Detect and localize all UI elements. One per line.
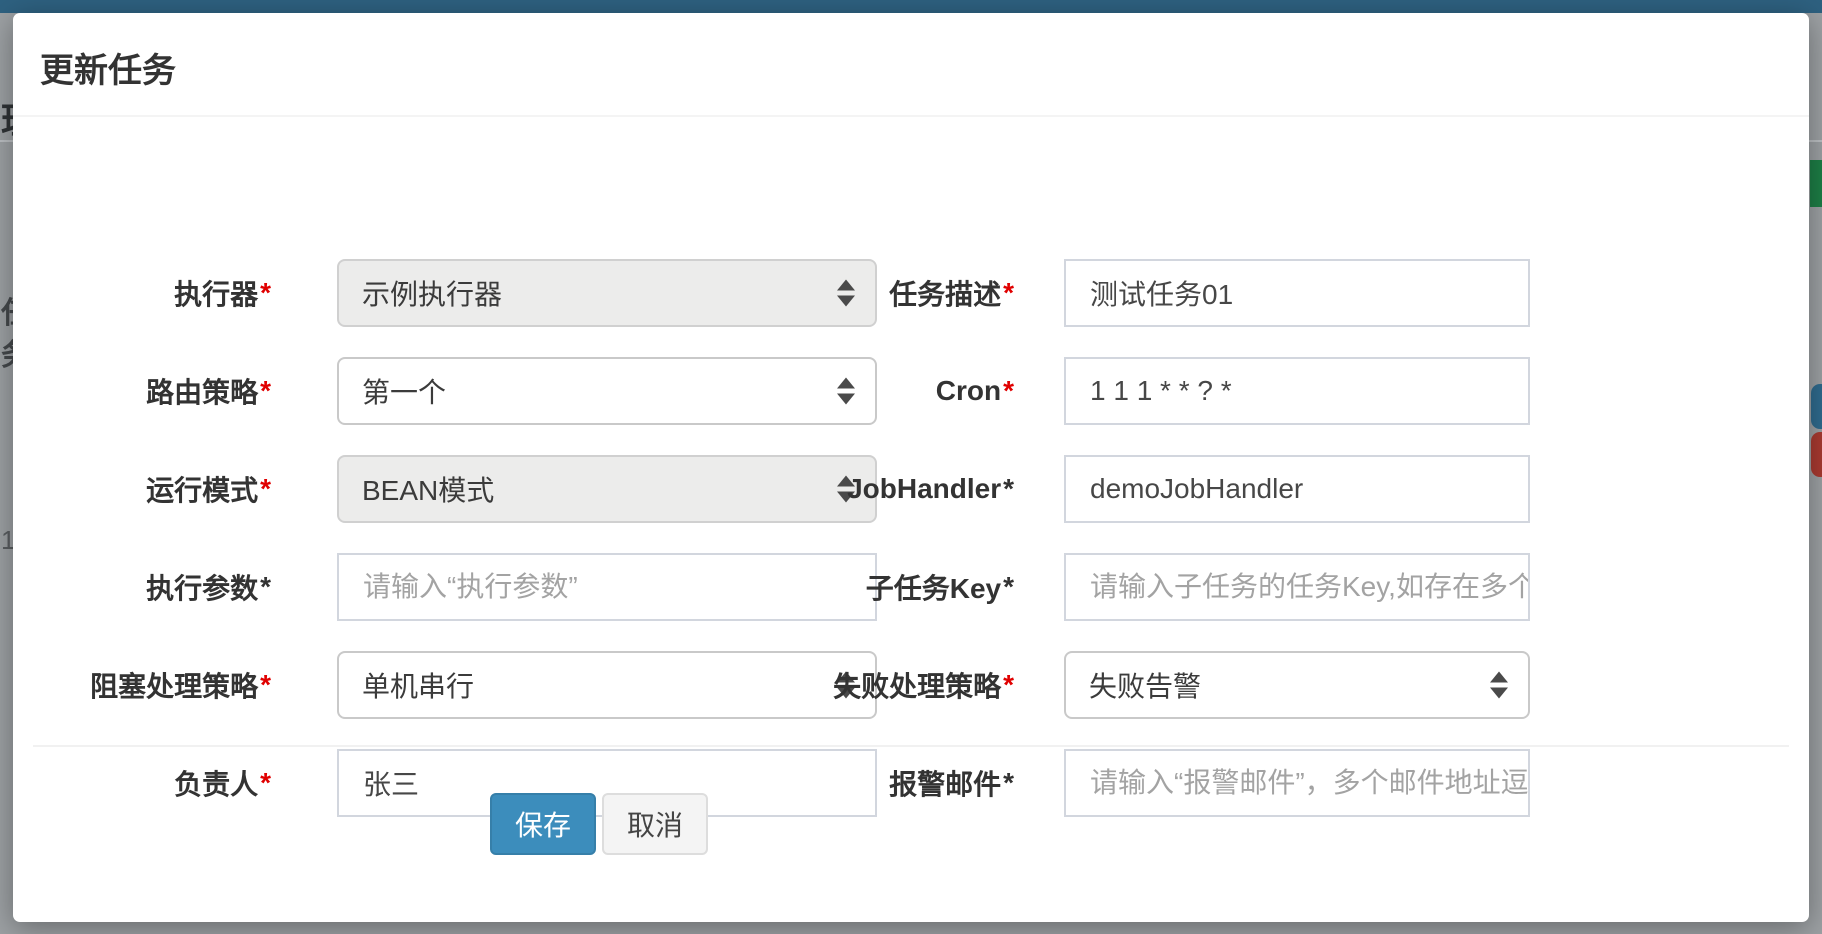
required-asterisk: * (260, 375, 271, 407)
executor-label: 执行器* (13, 259, 271, 327)
modal-header: 更新任务 (13, 13, 1809, 117)
label-text: 失败处理策略 (833, 665, 1001, 705)
required-asterisk: * (1003, 767, 1014, 799)
cancel-button[interactable]: 取消 (602, 793, 708, 855)
label-text: 子任务Key (866, 567, 1001, 607)
background-text-fragment: 务 (1, 330, 13, 374)
alarm-email-field (1064, 749, 1530, 817)
executor-select-value: 示例执行器 (339, 273, 502, 313)
required-asterisk: * (260, 473, 271, 505)
job-handler-field (1064, 455, 1530, 523)
alarm-email-input[interactable] (1064, 749, 1530, 817)
glue-type-select-value: BEAN模式 (339, 469, 494, 509)
update-task-modal: 更新任务 执行器* 示例执行器 任务描述* 路由策略* 第一个 Cron* (13, 13, 1809, 922)
author-label: 负责人* (13, 749, 271, 817)
job-desc-input[interactable] (1064, 259, 1530, 327)
required-asterisk: * (260, 277, 271, 309)
background-divider-fragment (1809, 140, 1822, 142)
job-handler-label: JobHandler* (713, 455, 1014, 523)
footer-divider (33, 745, 1789, 747)
fail-strategy-select-value: 失败告警 (1066, 665, 1201, 705)
modal-title: 更新任务 (40, 43, 176, 92)
alarm-email-label: 报警邮件* (713, 749, 1014, 817)
job-desc-label: 任务描述* (713, 259, 1014, 327)
child-jobkey-field (1064, 553, 1530, 621)
child-jobkey-label: 子任务Key* (713, 553, 1014, 621)
cron-label: Cron* (713, 357, 1014, 425)
background-blue-button-fragment (1811, 384, 1822, 429)
required-asterisk: * (260, 669, 271, 701)
required-asterisk: * (1003, 277, 1014, 309)
label-text: JobHandler (847, 473, 1001, 505)
route-strategy-label: 路由策略* (13, 357, 271, 425)
label-text: 执行参数 (146, 567, 258, 607)
modal-footer: 保存 取消 (490, 793, 708, 855)
background-text-fragment: 理 (1, 92, 13, 144)
fail-strategy-label: 失败处理策略* (713, 651, 1014, 719)
select-arrows-icon (1490, 672, 1508, 699)
required-asterisk: * (260, 571, 271, 603)
label-text: 运行模式 (146, 469, 258, 509)
block-strategy-label: 阻塞处理策略* (13, 651, 271, 719)
label-text: 任务描述 (889, 273, 1001, 313)
background-text-fragment: 任 (1, 288, 13, 332)
required-asterisk: * (1003, 669, 1014, 701)
required-asterisk: * (260, 767, 271, 799)
background-left-strip: 理 任 务 1 (0, 13, 13, 934)
job-handler-input[interactable] (1064, 455, 1530, 523)
background-right-strip (1809, 13, 1822, 934)
background-green-button-fragment (1810, 160, 1822, 207)
required-asterisk: * (1003, 375, 1014, 407)
background-text-fragment: 1 (1, 525, 13, 556)
label-text: 报警邮件 (889, 763, 1001, 803)
background-navbar (0, 0, 1822, 13)
required-asterisk: * (1003, 571, 1014, 603)
route-strategy-select-value: 第一个 (339, 371, 446, 411)
background-divider-fragment (0, 140, 13, 142)
cron-field (1064, 357, 1530, 425)
job-desc-field (1064, 259, 1530, 327)
modal-form: 执行器* 示例执行器 任务描述* 路由策略* 第一个 Cron* 运行模式* (13, 117, 1809, 922)
label-text: 路由策略 (146, 371, 258, 411)
label-text: Cron (936, 375, 1001, 407)
cron-input[interactable] (1064, 357, 1530, 425)
block-strategy-select-value: 单机串行 (339, 665, 474, 705)
child-jobkey-input[interactable] (1064, 553, 1530, 621)
label-text: 执行器 (174, 273, 258, 313)
fail-strategy-select[interactable]: 失败告警 (1064, 651, 1530, 719)
required-asterisk: * (1003, 473, 1014, 505)
save-button[interactable]: 保存 (490, 793, 596, 855)
exec-param-label: 执行参数* (13, 553, 271, 621)
glue-type-label: 运行模式* (13, 455, 271, 523)
label-text: 阻塞处理策略 (90, 665, 258, 705)
label-text: 负责人 (174, 763, 258, 803)
background-red-button-fragment (1811, 432, 1822, 477)
